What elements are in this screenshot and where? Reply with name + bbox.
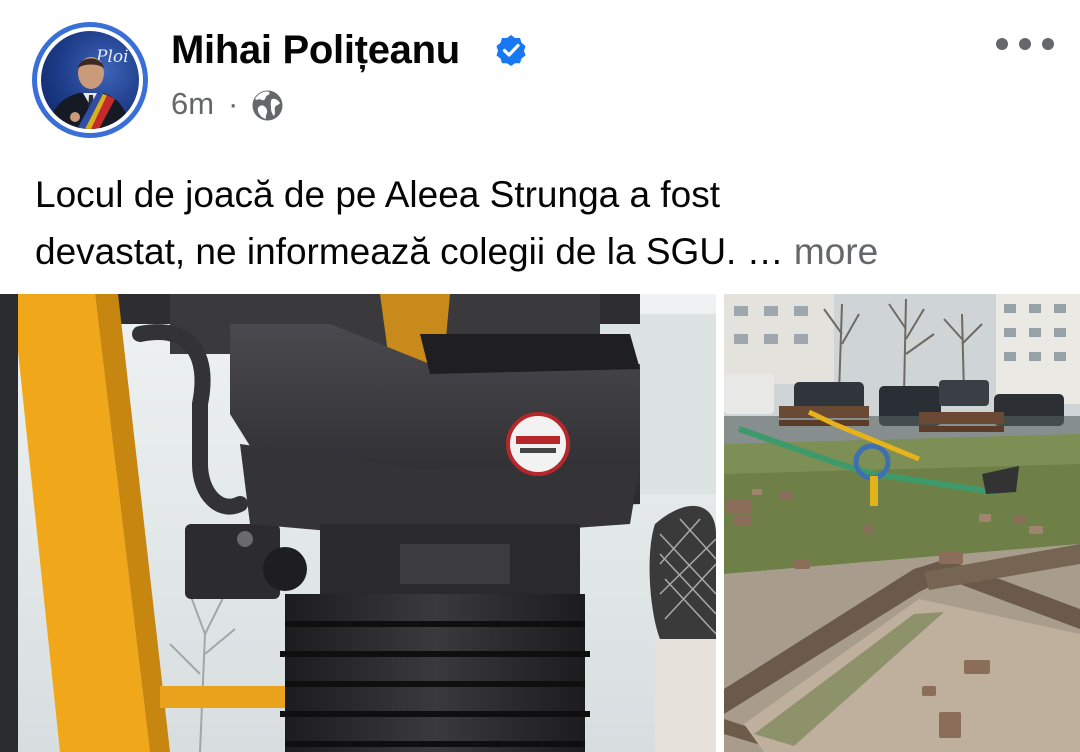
more-dot [1042,38,1054,50]
avatar-frame: Ploi [37,27,143,133]
photo-excavator-seat[interactable] [0,294,716,752]
avatar-photo: Ploi [41,31,139,129]
playground-image [724,294,1080,752]
more-dot [1019,38,1031,50]
post-timestamp[interactable]: 6m [171,86,214,122]
excavator-seat-image [0,294,716,752]
see-more-link[interactable]: more [794,231,878,272]
author-avatar[interactable]: Ploi [32,22,148,138]
photo-playground[interactable] [724,294,1080,752]
post-text-line-2: devastat, ne informează colegii de la SG… [35,231,794,272]
facebook-post: Ploi Mihai Polițeanu 6m · Locul de joacă… [0,0,1080,752]
meta-separator: · [228,86,239,121]
post-text-line: Locul de joacă de pe Aleea Strunga a fos… [35,174,721,215]
author-name[interactable]: Mihai Polițeanu [171,28,460,73]
post-text-line: devastat, ne informează colegii de la SG… [35,223,1045,280]
avatar-person-silhouette [49,57,129,129]
verified-badge-icon [496,35,526,66]
post-text: Locul de joacă de pe Aleea Strunga a fos… [35,166,1045,280]
globe-icon [252,90,283,121]
more-dot [996,38,1008,50]
more-options-icon[interactable] [996,36,1054,52]
